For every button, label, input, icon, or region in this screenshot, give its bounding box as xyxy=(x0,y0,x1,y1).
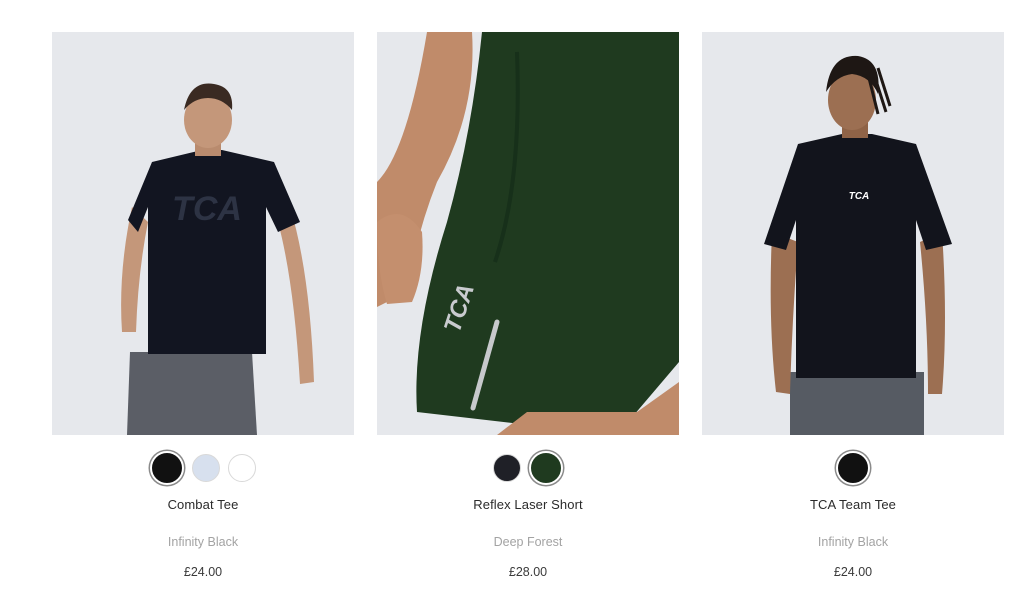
product-name[interactable]: Reflex Laser Short xyxy=(473,497,582,512)
swatch-black[interactable] xyxy=(493,454,521,482)
product-colour: Deep Forest xyxy=(493,535,563,549)
swatch-infinity-black[interactable] xyxy=(836,451,870,485)
product-image-reflex-laser-short[interactable]: TCA xyxy=(377,32,679,435)
swatch-light-blue[interactable] xyxy=(192,454,220,482)
swatch-deep-forest[interactable] xyxy=(529,451,563,485)
team-tee-illustration: TCA xyxy=(764,55,952,435)
product-colour: Infinity Black xyxy=(817,535,889,549)
product-card-tca-team-tee[interactable]: TCA TCA Team Tee Infinity Black £24.00 xyxy=(702,32,1004,592)
product-name[interactable]: TCA Team Tee xyxy=(810,497,896,512)
svg-text:TCA: TCA xyxy=(849,191,870,202)
color-swatches xyxy=(493,451,563,485)
swatch-infinity-black[interactable] xyxy=(150,451,184,485)
product-grid: TCA Combat Tee Infinity Black £24.00 TCA… xyxy=(52,32,1004,592)
reflex-short-illustration: TCA xyxy=(377,32,679,435)
product-image-combat-tee[interactable]: TCA xyxy=(52,32,354,435)
product-colour: Infinity Black xyxy=(167,535,239,549)
product-card-reflex-laser-short[interactable]: TCA Reflex Laser Short Deep Forest £28.0… xyxy=(377,32,679,592)
color-swatches xyxy=(836,451,870,485)
product-card-combat-tee[interactable]: TCA Combat Tee Infinity Black £24.00 xyxy=(52,32,354,592)
color-swatches xyxy=(150,451,256,485)
product-price: £28.00 xyxy=(508,565,548,579)
svg-text:TCA: TCA xyxy=(172,190,242,228)
product-image-tca-team-tee[interactable]: TCA xyxy=(702,32,1004,435)
product-price: £24.00 xyxy=(183,565,223,579)
swatch-white[interactable] xyxy=(228,454,256,482)
product-name[interactable]: Combat Tee xyxy=(168,497,239,512)
product-price: £24.00 xyxy=(833,565,873,579)
combat-tee-illustration: TCA xyxy=(121,83,314,435)
